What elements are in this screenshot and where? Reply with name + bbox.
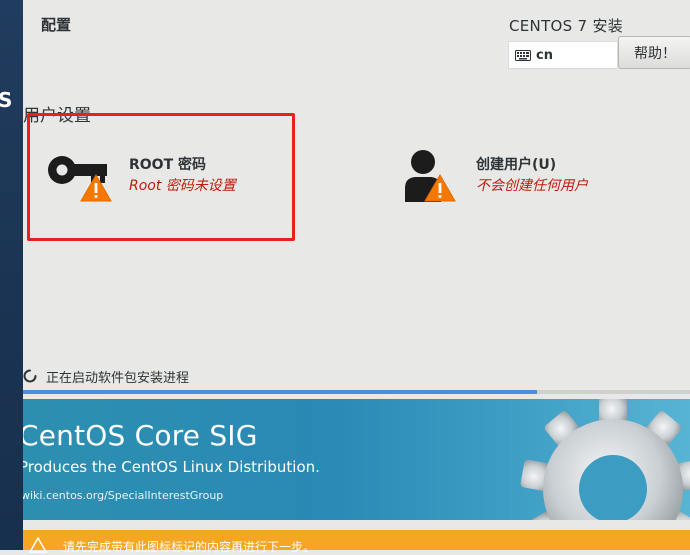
main-panel: 配置 CENTOS 7 安装 cn 帮助！ 用户设置 ROOT 密码 Root … [23, 0, 690, 554]
create-user-spoke[interactable]: 创建用户(U) 不会创建任何用户 [401, 140, 661, 210]
warning-icon [80, 174, 112, 202]
keyboard-layout-indicator[interactable]: cn [508, 41, 618, 69]
keyboard-icon [515, 49, 531, 61]
create-user-title: 创建用户(U) [476, 157, 557, 173]
page-title: 配置 [41, 16, 72, 34]
keyboard-layout-value: cn [536, 47, 553, 63]
sidebar-brand-letter: S [0, 88, 13, 112]
warning-text: 请先完成带有此图标标记的内容再进行下一步。 [63, 540, 316, 554]
banner-title: CentOS Core SIG [23, 419, 258, 452]
root-password-status: Root 密码未设置 [129, 178, 236, 194]
progress-status-text: 正在启动软件包安装进程 [46, 370, 190, 386]
warning-icon [29, 537, 47, 553]
root-password-spoke[interactable]: ROOT 密码 Root 密码未设置 [43, 140, 283, 210]
banner-subtitle: Produces the CentOS Linux Distribution. [23, 458, 320, 476]
install-title: CENTOS 7 安装 [509, 17, 624, 35]
root-password-title: ROOT 密码 [129, 157, 207, 173]
warning-bar: 请先完成带有此图标标记的内容再进行下一步。 [23, 530, 690, 554]
banner-url: wiki.centos.org/SpecialInterestGroup [23, 489, 224, 502]
install-banner: CentOS Core SIG Produces the CentOS Linu… [23, 399, 690, 520]
progress-bar-fill [23, 390, 537, 394]
progress-bar [23, 390, 690, 394]
gear-icon [520, 399, 690, 520]
spinner-icon [23, 369, 37, 383]
install-progress: 正在启动软件包安装进程 [23, 366, 189, 386]
warning-icon [424, 174, 456, 202]
create-user-status: 不会创建任何用户 [476, 178, 588, 194]
help-button[interactable]: 帮助！ [618, 36, 690, 69]
sidebar: S [0, 0, 23, 550]
